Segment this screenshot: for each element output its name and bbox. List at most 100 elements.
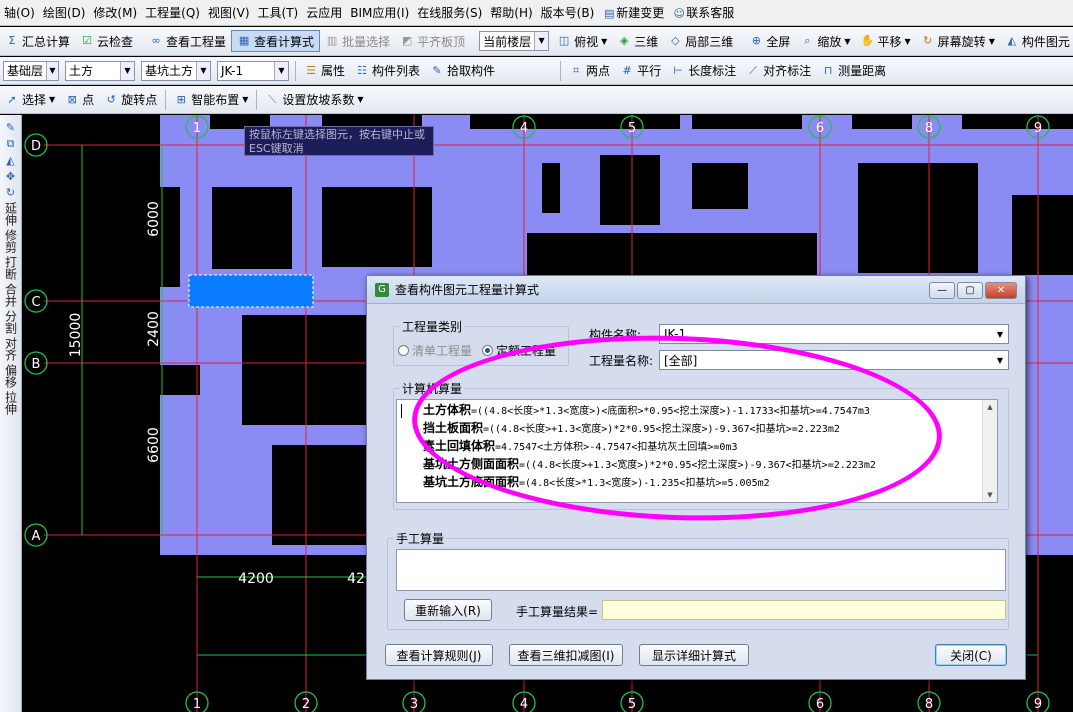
close-window-button[interactable]: ✕ — [985, 282, 1017, 299]
point-button[interactable]: ⊠ 点 — [60, 89, 99, 111]
scroll-up-icon[interactable]: ▲ — [987, 403, 992, 411]
menu-help[interactable]: 帮助(H) — [486, 0, 536, 25]
extend-tool[interactable]: 延伸 — [4, 202, 18, 226]
menu-version[interactable]: 版本号(B) — [537, 0, 599, 25]
smart-layout-icon: ⊞ — [176, 92, 186, 106]
move-icon[interactable]: ✥ — [6, 170, 15, 183]
summary-calc-button[interactable]: Σ 汇总计算 — [0, 30, 75, 52]
align-slab-top-button[interactable]: ◩ 平齐板顶 — [395, 30, 470, 52]
maximize-button[interactable]: ▢ — [957, 282, 983, 299]
menu-view[interactable]: 视图(V) — [204, 0, 254, 25]
smart-layout-button[interactable]: ⊞ 智能布置 ▼ — [169, 89, 253, 111]
menu-quantity[interactable]: 工程量(Q) — [141, 0, 204, 25]
qty-name-select[interactable]: [全部] ▼ — [659, 350, 1009, 370]
list-qty-radio[interactable]: 清单工程量 — [398, 342, 472, 359]
close-button[interactable]: 关闭(C) — [935, 644, 1007, 666]
two-point-button[interactable]: ⌗ 两点 — [564, 60, 615, 82]
separator — [560, 60, 562, 81]
parallel-axis-icon: # — [622, 63, 632, 77]
zoom-button[interactable]: ⌕ 缩放 ▼ — [795, 30, 855, 52]
merge-tool[interactable]: 合并 — [4, 283, 18, 307]
menu-axis[interactable]: 轴(O) — [0, 0, 39, 25]
rotate-point-button[interactable]: ↺ 旋转点 — [99, 89, 162, 111]
quota-qty-radio[interactable]: 定额工程量 — [482, 342, 556, 359]
selected-pit-element[interactable] — [188, 274, 314, 308]
rotate-icon[interactable]: ↻ — [6, 186, 15, 199]
break-tool[interactable]: 打断 — [4, 256, 18, 280]
formula-line: 基坑土方底面面积=(4.8<长度>*1.3<宽度>)-1.235<扣基坑>=5.… — [423, 475, 770, 489]
axis-label-top: 6 — [816, 121, 824, 136]
fullscreen-button[interactable]: ⊕ 全屏 — [744, 30, 795, 52]
properties-button[interactable]: ☰ 属性 — [299, 60, 350, 82]
minimize-button[interactable]: — — [929, 282, 955, 299]
brush-icon[interactable]: ✎ — [6, 121, 15, 134]
status-tooltip: 按鼠标左键选择图元，按右键中止或ESC键取消 — [244, 126, 434, 156]
dialog-title: 查看构件图元工程量计算式 — [395, 283, 540, 297]
component-list-button[interactable]: ☷ 构件列表 — [350, 60, 425, 82]
stretch-tool[interactable]: 拉伸 — [4, 391, 18, 415]
view-3d-deduction-button[interactable]: 查看三维扣减图(I) — [509, 644, 623, 666]
menu-tools[interactable]: 工具(T) — [254, 0, 303, 25]
menu-new-change[interactable]: ▤ 新建变更 — [598, 0, 668, 25]
menu-modify[interactable]: 修改(M) — [89, 0, 141, 25]
scroll-down-icon[interactable]: ▼ — [987, 491, 992, 499]
length-dimension-button[interactable]: ⊢ 长度标注 — [666, 60, 741, 82]
computer-calc-group: 计算机算量 土方体积=((4.8<长度>*1.3<宽度>)<底面积>*0.95<… — [393, 380, 1009, 510]
pick-component-button[interactable]: ✎ 拾取构件 — [425, 60, 500, 82]
glasses-icon: ∞ — [151, 34, 161, 47]
select-button[interactable]: ➚ 选择 ▼ — [0, 89, 60, 111]
batch-select-button[interactable]: ▥ 批量选择 — [320, 30, 395, 52]
menu-online[interactable]: 在线服务(S) — [413, 0, 486, 25]
view-quantity-button[interactable]: ∞ 查看工程量 — [144, 30, 231, 52]
trim-tool[interactable]: 修剪 — [4, 229, 18, 253]
chevron-down-icon: ▼ — [996, 355, 1004, 365]
show-detail-formula-button[interactable]: 显示详细计算式 — [639, 644, 749, 666]
dim-label-total: 15000 — [68, 313, 84, 358]
local-3d-button[interactable]: ◇ 局部三维 — [663, 30, 738, 52]
offset-tool[interactable]: 偏移 — [4, 364, 18, 388]
aligned-dimension-button[interactable]: ⟋ 对齐标注 — [741, 60, 816, 82]
category-select[interactable]: 土方 ▼ — [65, 60, 135, 81]
floor-select[interactable]: 当前楼层 ▼ — [479, 31, 550, 51]
type-select[interactable]: 基坑土方 ▼ — [141, 60, 211, 81]
formula-line: 基坑土方侧面面积=((4.8<长度>+1.3<宽度>)*2*0.95<挖土深度>… — [423, 457, 876, 471]
layer-select[interactable]: 基础层 ▼ — [3, 60, 59, 81]
void — [858, 163, 978, 273]
formula-textarea[interactable]: 土方体积=((4.8<长度>*1.3<宽度>)<底面积>*0.95<挖土深度>)… — [396, 399, 998, 503]
void — [600, 155, 660, 225]
formula-scrollbar[interactable]: ▲ ▼ — [982, 400, 997, 502]
pan-button[interactable]: ✋ 平移 ▼ — [856, 30, 916, 52]
view-formula-button[interactable]: ▦ 查看计算式 — [231, 30, 321, 52]
slope-icon: ⟍ — [268, 92, 277, 106]
component-element-button[interactable]: ◭ 构件图元 — [1000, 30, 1073, 52]
component-name-select[interactable]: JK-1 ▼ — [659, 324, 1009, 344]
qty-name-row: 工程量名称: [全部] ▼ — [589, 350, 1009, 370]
copy-icon[interactable]: ⧉ — [7, 137, 15, 151]
void — [272, 445, 372, 545]
cube-icon: ◈ — [620, 34, 629, 47]
dialog-titlebar[interactable]: G 查看构件图元工程量计算式 — [367, 276, 1025, 304]
rotate-screen-button[interactable]: ↻ 屏幕旋转 ▼ — [916, 30, 1000, 52]
cloud-check-button[interactable]: ☑ 云检查 — [75, 30, 138, 52]
point-icon: ⊠ — [67, 92, 77, 106]
top-view-button[interactable]: ◫ 俯视 ▼ — [552, 30, 612, 52]
manual-result-field[interactable] — [602, 600, 1006, 620]
view-rules-button[interactable]: 查看计算规则(J) — [385, 644, 493, 666]
align-tool[interactable]: 对齐 — [4, 337, 18, 361]
3d-view-button[interactable]: ◈ 三维 — [612, 30, 663, 52]
parallel-button[interactable]: # 平行 — [615, 60, 666, 82]
axis-label-bottom: 2 — [302, 697, 310, 712]
menu-support[interactable]: ☺联系客服 — [668, 0, 738, 25]
split-tool[interactable]: 分割 — [4, 310, 18, 334]
formula-icon: ▦ — [238, 34, 250, 47]
menu-cloud[interactable]: 云应用 — [302, 0, 346, 25]
slope-factor-button[interactable]: ⟍ 设置放坡系数 ▼ — [260, 89, 368, 111]
menu-draw[interactable]: 绘图(D) — [39, 0, 90, 25]
component-select[interactable]: JK-1 ▼ — [217, 60, 289, 81]
reinput-button[interactable]: 重新输入(R) — [404, 599, 492, 621]
menu-bim[interactable]: BIM应用(I) — [346, 0, 413, 25]
mirror-icon[interactable]: ◭ — [6, 154, 14, 167]
radio-dot — [398, 345, 409, 356]
manual-input-textarea[interactable] — [396, 549, 1006, 591]
measure-distance-button[interactable]: ⊓ 测量距离 — [816, 60, 891, 82]
